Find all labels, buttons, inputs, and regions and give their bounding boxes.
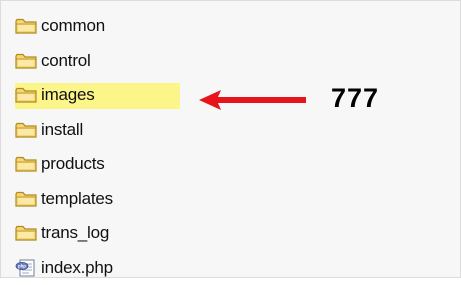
arrow-left-icon bbox=[191, 85, 311, 115]
list-item-control[interactable]: control bbox=[15, 44, 315, 79]
list-item-label: products bbox=[41, 154, 105, 174]
list-item-label: images bbox=[41, 85, 95, 105]
list-item-templates[interactable]: templates bbox=[15, 182, 315, 217]
list-item-label: control bbox=[41, 51, 91, 71]
list-item-products[interactable]: products bbox=[15, 147, 315, 182]
folder-icon bbox=[15, 52, 39, 70]
svg-text:php: php bbox=[18, 263, 26, 268]
php-file-icon: php bbox=[15, 259, 39, 277]
list-item-label: install bbox=[41, 120, 83, 140]
file-list-panel: common control images bbox=[0, 0, 461, 278]
list-item-label: trans_log bbox=[41, 223, 109, 243]
folder-icon bbox=[15, 121, 39, 139]
file-list: common control images bbox=[15, 9, 315, 285]
list-item-trans-log[interactable]: trans_log bbox=[15, 216, 315, 251]
folder-icon bbox=[15, 224, 39, 242]
list-item-label: index.php bbox=[41, 258, 113, 278]
list-item-label: common bbox=[41, 16, 105, 36]
list-item-index-php[interactable]: php index.php bbox=[15, 251, 315, 285]
list-item-label: templates bbox=[41, 189, 113, 209]
permission-value: 777 bbox=[331, 83, 379, 114]
list-item-common[interactable]: common bbox=[15, 9, 315, 44]
folder-icon bbox=[15, 155, 39, 173]
folder-icon bbox=[15, 190, 39, 208]
list-item-install[interactable]: install bbox=[15, 113, 315, 148]
folder-icon bbox=[15, 17, 39, 35]
permission-annotation: 777 bbox=[191, 85, 451, 115]
folder-icon bbox=[15, 86, 39, 104]
selection-highlight bbox=[15, 83, 180, 109]
